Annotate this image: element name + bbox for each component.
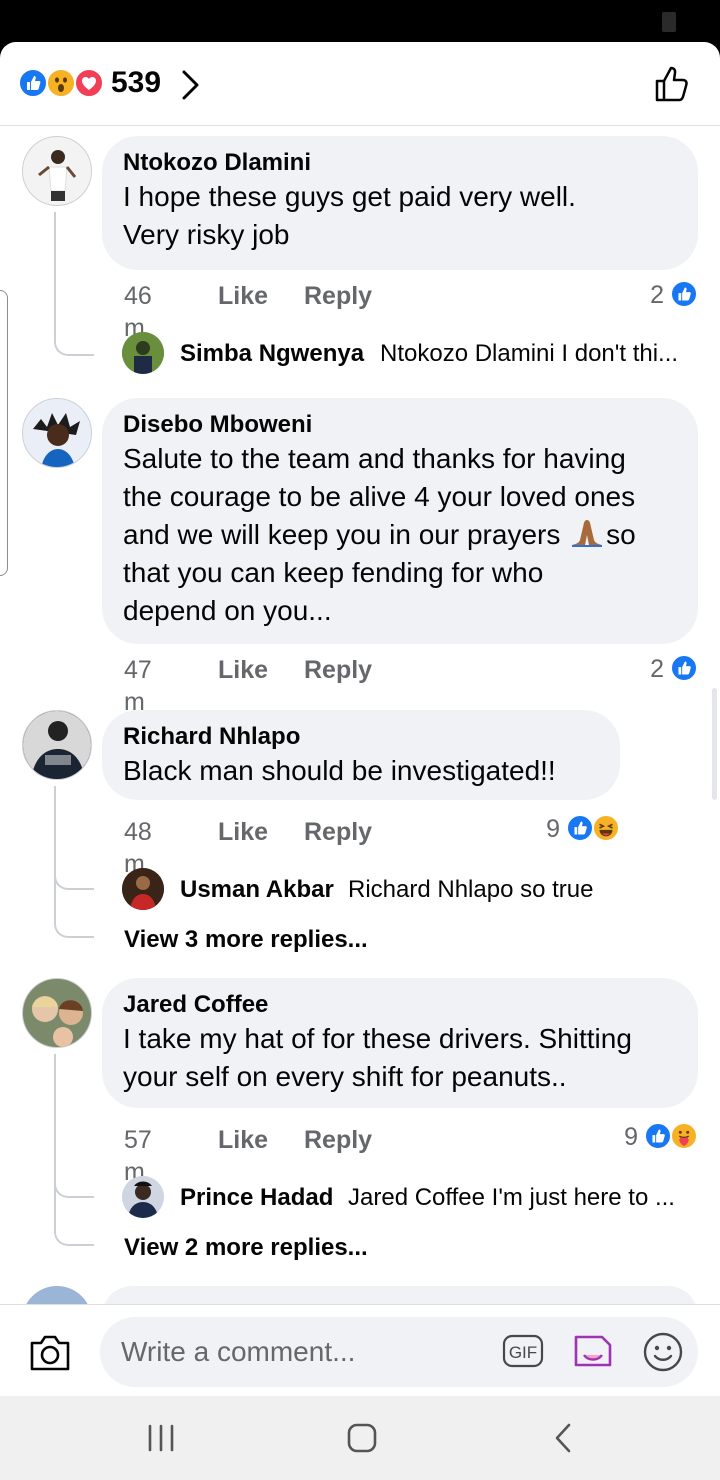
comment-text-line: Black man should be investigated!! [123, 755, 556, 786]
home-icon[interactable] [346, 1422, 378, 1454]
comment-bubble[interactable]: Disebo Mboweni Salute to the team and th… [102, 398, 698, 644]
wow-icon [46, 68, 76, 98]
reply-preview[interactable]: Usman Akbar Richard Nhlapo so true [122, 868, 682, 912]
back-icon[interactable] [552, 1422, 574, 1454]
status-bar [0, 0, 720, 42]
like-button[interactable]: Like [218, 816, 268, 848]
comment-bubble[interactable]: Ntokozo Dlamini I hope these guys get pa… [102, 136, 698, 270]
avatar[interactable] [122, 868, 164, 910]
view-more-replies-link[interactable]: View 3 more replies... [124, 926, 368, 954]
like-icon [670, 280, 698, 308]
like-icon [566, 814, 594, 842]
avatar[interactable] [22, 398, 92, 468]
avatar[interactable] [22, 978, 92, 1048]
comment-bubble[interactable]: Jared Coffee I take my hat of for these … [102, 978, 698, 1108]
thumbs-up-outline-icon[interactable] [652, 64, 692, 104]
comment-author[interactable]: Disebo Mboweni [123, 410, 676, 440]
comment-time: 47 m [124, 656, 152, 716]
comment-text-line: that you can keep fending for who [123, 557, 544, 588]
comment-text-line: I hope these guys get paid very well. [123, 181, 576, 212]
reply-text: Jared Coffee I'm just here to ... [348, 1184, 675, 1211]
comment-author[interactable]: Jared Coffee [123, 990, 676, 1020]
thread-line [54, 212, 94, 356]
avatar[interactable] [122, 332, 164, 374]
reply-text: Richard Nhlapo so true [348, 876, 594, 903]
gif-label: GIF [509, 1343, 537, 1362]
reply-button[interactable]: Reply [304, 280, 372, 312]
sticker-icon[interactable] [572, 1331, 614, 1371]
like-icon [18, 68, 48, 98]
avatar[interactable] [22, 710, 92, 780]
emoji-icon[interactable] [642, 1331, 684, 1373]
battery-icon [662, 12, 676, 32]
reply-author[interactable]: Simba Ngwenya [180, 340, 364, 368]
comment-text-line: Salute to the team and thanks for having [123, 443, 626, 474]
reply-author[interactable]: Usman Akbar [180, 876, 334, 904]
praying-hands-icon [572, 520, 603, 547]
reply-preview[interactable]: Prince Hadad Jared Coffee I'm just here … [122, 1176, 692, 1220]
comment-text-line: depend on you... [123, 595, 332, 626]
comment-author[interactable]: Richard Nhlapo [123, 722, 598, 752]
view-more-replies-link[interactable]: View 2 more replies... [124, 1234, 368, 1262]
comment-composer: Write a comment... GIF [0, 1304, 720, 1396]
comment-text-line: the courage to be alive 4 your loved one… [123, 481, 636, 512]
thread-line [54, 1054, 94, 1246]
reply-button[interactable]: Reply [304, 1124, 372, 1156]
reaction-count[interactable]: 539 [111, 66, 161, 100]
chevron-right-icon[interactable] [180, 68, 202, 102]
reaction-count: 2 [650, 655, 664, 683]
reaction-count: 9 [624, 1123, 638, 1151]
comment-text-segment: so [606, 519, 636, 550]
avatar[interactable] [122, 1176, 164, 1218]
like-button[interactable]: Like [218, 280, 268, 312]
like-icon [644, 1122, 672, 1150]
reply-button[interactable]: Reply [304, 816, 372, 848]
reply-button[interactable]: Reply [304, 654, 372, 686]
comment-text-line: and we will keep you in our prayers so [123, 516, 676, 554]
reply-text: Ntokozo Dlamini I don't thi... [380, 340, 679, 367]
reactions-header: 539 [0, 42, 720, 126]
recent-apps-icon[interactable] [146, 1424, 176, 1452]
thread-line [54, 786, 94, 938]
reaction-count: 2 [650, 281, 664, 309]
avatar[interactable] [22, 136, 92, 206]
comment-author[interactable]: Ntokozo Dlamini [123, 148, 676, 178]
comment-text-line: your self on every shift for peanuts.. [123, 1061, 567, 1092]
comments-sheet: 539 Ntokozo Dlamini I hope these guys ge… [0, 42, 720, 1396]
comment-bubble[interactable]: Richard Nhlapo Black man should be inves… [102, 710, 620, 800]
comment-input[interactable]: Write a comment... GIF [100, 1317, 698, 1387]
haha-icon [592, 814, 620, 842]
gif-icon[interactable]: GIF [502, 1333, 544, 1369]
comment-input-placeholder[interactable]: Write a comment... [121, 1336, 355, 1368]
side-tab [0, 290, 8, 576]
like-icon [670, 654, 698, 682]
comment-text-line: I take my hat of for these drivers. Shit… [123, 1023, 632, 1054]
reply-preview[interactable]: Simba Ngwenya Ntokozo Dlamini I don't th… [122, 332, 692, 376]
like-button[interactable]: Like [218, 654, 268, 686]
like-button[interactable]: Like [218, 1124, 268, 1156]
comment-text-segment: and we will keep you in our prayers [123, 519, 561, 550]
care-icon [670, 1122, 698, 1150]
reply-author[interactable]: Prince Hadad [180, 1184, 333, 1212]
scrollbar[interactable] [712, 688, 717, 800]
camera-icon[interactable] [28, 1333, 72, 1373]
comment-text-line: Very risky job [123, 219, 290, 250]
reaction-count: 9 [546, 815, 560, 843]
love-icon [74, 68, 104, 98]
system-navigation-bar [0, 1396, 720, 1480]
